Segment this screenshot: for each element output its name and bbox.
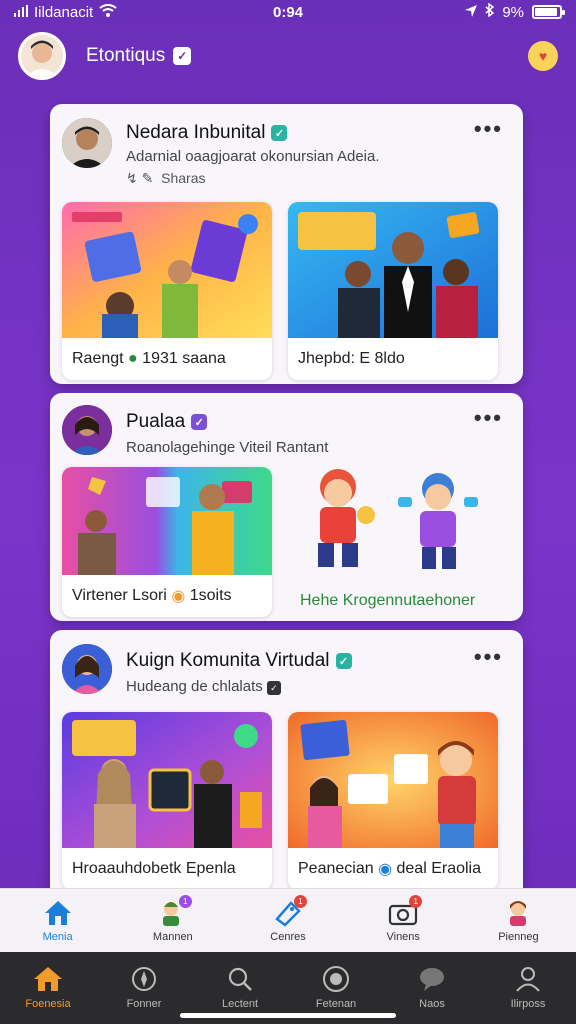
status-bar: Iildanacit 0:94 9% — [0, 0, 576, 24]
tile-label-extra: 1931 saana — [142, 350, 226, 367]
battery-percent: 9% — [502, 3, 524, 21]
nav-item-home[interactable]: Menia — [0, 889, 115, 952]
tile-label: Hehe Krogennutaehoner — [300, 592, 476, 609]
verified-icon: ✓ — [191, 414, 208, 430]
author-avatar[interactable] — [62, 644, 112, 694]
nav-label: Vinens — [386, 930, 420, 943]
media-tile[interactable]: Raengt ● 1931 saana — [62, 202, 272, 380]
search-icon — [228, 967, 252, 991]
card-meta: ↯ ✎ Sharas — [126, 170, 206, 187]
media-tile[interactable]: Jhepbd: E 8ldo — [288, 202, 498, 380]
nav-item-camera[interactable]: 1 Vinens — [346, 889, 461, 952]
card-title-text: Pualaa — [126, 411, 186, 432]
more-options-button[interactable]: ••• — [474, 405, 503, 431]
author-avatar[interactable] — [62, 405, 112, 455]
location-icon — [465, 4, 478, 21]
card-subtitle: Roanolagehinge Viteil Rantant — [126, 439, 329, 456]
home-icon — [34, 967, 62, 991]
verified-icon: ✓ — [271, 125, 288, 141]
chat-icon — [420, 968, 444, 991]
verified-icon: ✓ — [173, 47, 192, 65]
share-icon: ↯ ✎ — [126, 170, 154, 186]
sys-label: Foenesia — [25, 998, 71, 1010]
nav-item-friends[interactable]: 1 Mannen — [115, 889, 230, 952]
badge-icon: ◉ — [378, 861, 393, 878]
notification-badge: 1 — [178, 894, 192, 908]
card-title[interactable]: Pualaa ✓ — [126, 411, 208, 433]
tile-label: Jhepbd: E 8ldo — [298, 350, 405, 367]
nav-label: Pienneg — [498, 930, 539, 943]
tag-icon: 1 — [273, 894, 307, 927]
post-card: Nedara Inbunital ✓ Adarnial oaagjoarat o… — [50, 104, 523, 384]
media-tile[interactable]: Hroaauhdobetk Epenla — [62, 712, 272, 890]
record-icon — [323, 966, 349, 992]
card-subtitle-text: Hudeang de chlalats — [126, 678, 263, 695]
page-title: Etontiqus ✓ — [86, 45, 192, 67]
card-meta-text: Sharas — [161, 170, 206, 186]
sys-label: Fetenan — [315, 998, 357, 1010]
tile-label: Raengt ● 1931 saana — [62, 338, 272, 380]
verified-icon: ✓ — [335, 653, 352, 669]
nav-label: Cenres — [270, 930, 306, 943]
sys-item-chat[interactable]: Naos — [384, 952, 480, 1024]
media-tile[interactable]: Virtener Lsori ◉ 1soits — [62, 467, 272, 617]
notification-button[interactable]: ♥ — [528, 41, 558, 71]
notification-badge: 1 — [409, 894, 423, 908]
sys-label: Fonner — [126, 998, 162, 1010]
card-title[interactable]: Nedara Inbunital ✓ — [126, 122, 288, 144]
tile-label-extra: deal Eraolia — [396, 860, 482, 877]
tile-label-text: Virtener Lsori — [72, 587, 167, 604]
nav-item-tags[interactable]: 1 Cenres — [230, 889, 345, 952]
badge-icon: ● — [128, 350, 138, 367]
nav-label: Menia — [42, 930, 73, 943]
card-title-text: Nedara Inbunital — [126, 122, 266, 143]
home-indicator[interactable] — [180, 1013, 396, 1018]
more-options-button[interactable]: ••• — [474, 116, 503, 142]
tile-label: Virtener Lsori ◉ 1soits — [62, 575, 272, 617]
home-icon — [43, 899, 73, 927]
media-tile[interactable]: Peanecian ◉ deal Eraolia — [288, 712, 498, 890]
badge-icon: ◉ — [171, 588, 186, 605]
tile-label-text: Raengt — [72, 350, 124, 367]
card-title[interactable]: Kuign Komunita Virtudal ✓ — [126, 650, 352, 672]
heart-icon: ♥ — [538, 48, 548, 64]
more-options-button[interactable]: ••• — [474, 644, 503, 670]
card-subtitle: Adarnial oaagjoarat okonursian Adeia. — [126, 148, 380, 165]
wifi-icon — [99, 3, 117, 21]
sys-item-home[interactable]: Foenesia — [0, 952, 96, 1024]
page-title-text: Etontiqus — [86, 45, 166, 66]
bottom-navigation: Menia 1 Mannen 1 Cenres 1 Vinens Pienneg — [0, 888, 576, 952]
card-title-text: Kuign Komunita Virtudal — [126, 650, 330, 671]
post-card: Pualaa ✓ Roanolagehinge Viteil Rantant •… — [50, 393, 523, 621]
bluetooth-icon — [485, 2, 495, 21]
tile-label: Peanecian ◉ deal Eraolia — [288, 848, 498, 890]
sys-item-user[interactable]: Ilirposs — [480, 952, 576, 1024]
user-avatar[interactable] — [18, 32, 66, 80]
sys-item-explore[interactable]: Fonner — [96, 952, 192, 1024]
camera-icon: 1 — [388, 894, 423, 927]
nav-item-profile[interactable]: Pienneg — [461, 889, 576, 952]
sys-label: Ilirposs — [510, 998, 546, 1010]
profile-icon — [503, 899, 533, 927]
card-subtitle: Hudeang de chlalats ✓ — [126, 678, 281, 695]
battery-icon — [532, 5, 565, 19]
post-card: Kuign Komunita Virtudal ✓ Hudeang de chl… — [50, 630, 523, 900]
tile-label-text: Peanecian — [298, 860, 374, 877]
sys-label: Lectent — [221, 998, 259, 1010]
friends-icon: 1 — [158, 894, 192, 927]
verified-icon: ✓ — [266, 681, 281, 695]
media-tile[interactable]: Hehe Krogennutaehoner — [288, 467, 498, 622]
cartoon-illustration — [318, 469, 478, 569]
author-avatar[interactable] — [62, 118, 112, 168]
compass-icon — [132, 967, 156, 991]
app-header: Etontiqus ✓ ♥ — [18, 30, 558, 82]
carrier-name: Iildanacit — [34, 3, 94, 21]
signal-icon — [14, 4, 28, 21]
notification-badge: 1 — [294, 894, 307, 908]
tile-label: Hroaauhdobetk Epenla — [72, 860, 236, 877]
user-icon — [516, 967, 540, 992]
tile-label-extra: 1soits — [189, 587, 232, 604]
nav-label: Mannen — [152, 930, 193, 943]
sys-label: Naos — [419, 998, 445, 1010]
